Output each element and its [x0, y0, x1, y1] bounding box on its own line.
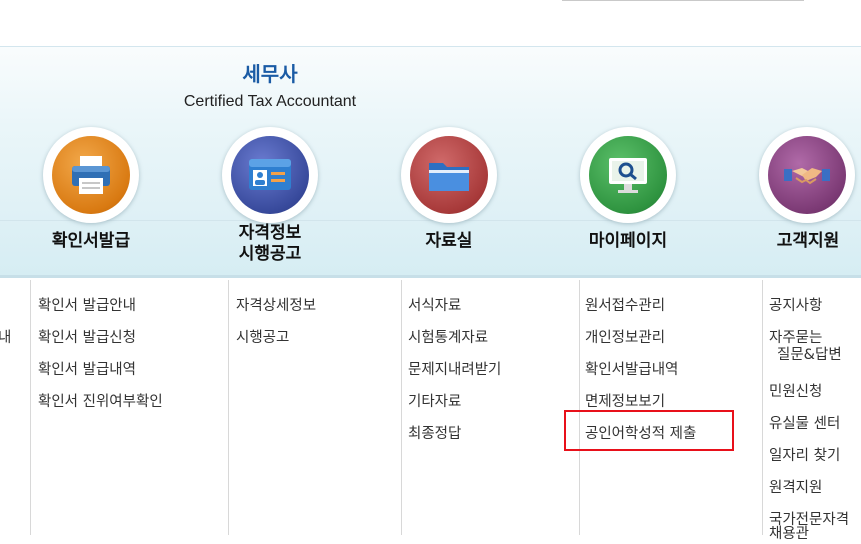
- menu-certificate-button[interactable]: [43, 127, 139, 223]
- submenu-link[interactable]: 서식자료: [408, 290, 501, 322]
- submenu-link[interactable]: 자주묻는: [769, 322, 849, 346]
- menu-qualification-label-line1: 자격정보: [238, 223, 302, 243]
- submenu-link[interactable]: 국가전문자격: [769, 504, 849, 528]
- submenu-link[interactable]: 확인서 진위여부확인: [38, 386, 163, 418]
- page-title: 세무사: [242, 62, 298, 86]
- submenu-qualification: 자격상세정보 시행공고: [236, 290, 316, 354]
- submenu-link[interactable]: 원격지원: [769, 472, 849, 504]
- menu-certificate-label[interactable]: 확인서발급: [22, 231, 160, 252]
- submenu-link[interactable]: 일자리 찾기: [769, 440, 849, 472]
- column-divider: [30, 280, 31, 535]
- menu-qualification-label[interactable]: 자격정보 시행공고: [200, 223, 340, 265]
- monitor-search-icon: [609, 158, 647, 193]
- submenu-archive: 서식자료 시험통계자료 문제지내려받기 기타자료 최종정답: [408, 290, 501, 450]
- column-divider: [762, 280, 763, 535]
- menu-archive-label[interactable]: 자료실: [380, 231, 518, 252]
- folder-icon: [429, 163, 469, 191]
- submenu-link[interactable]: 유실물 센터: [769, 408, 849, 440]
- submenu-support: 공지사항 자주묻는 질문&답변 민원신청 유실물 센터 일자리 찾기 원격지원 …: [769, 290, 849, 544]
- submenu-link[interactable]: 시행공고: [236, 322, 316, 354]
- submenu-link-fragment[interactable]: 내: [0, 322, 11, 354]
- top-search-field[interactable]: [562, 0, 804, 1]
- id-card-icon: [249, 159, 291, 190]
- page-subtitle: Certified Tax Accountant: [183, 93, 357, 110]
- menu-mypage-button[interactable]: [580, 127, 676, 223]
- submenu-link[interactable]: 질문&답변: [769, 344, 849, 376]
- submenu-link[interactable]: 확인서 발급신청: [38, 322, 163, 354]
- submenu-certificate: 확인서 발급안내 확인서 발급신청 확인서 발급내역 확인서 진위여부확인: [38, 290, 163, 418]
- menu-archive-button[interactable]: [401, 127, 497, 223]
- submenu-link[interactable]: 개인정보관리: [585, 322, 696, 354]
- highlight-box: [564, 410, 734, 451]
- submenu-link[interactable]: 시험통계자료: [408, 322, 501, 354]
- column-divider: [401, 280, 402, 535]
- column-divider: [228, 280, 229, 535]
- submenu-link[interactable]: 민원신청: [769, 376, 849, 408]
- submenu-link[interactable]: 원서접수관리: [585, 290, 696, 322]
- submenu-link[interactable]: 공지사항: [769, 290, 849, 322]
- banner-divider-line: [0, 220, 861, 221]
- column-divider: [579, 280, 580, 535]
- submenu-link[interactable]: 자격상세정보: [236, 290, 316, 322]
- submenu-link[interactable]: 확인서발급내역: [585, 354, 696, 386]
- menu-support-label[interactable]: 고객지원: [738, 231, 861, 252]
- handshake-icon: [784, 168, 830, 185]
- menu-mypage-label[interactable]: 마이페이지: [558, 231, 698, 252]
- menu-qualification-button[interactable]: [222, 127, 318, 223]
- submenu-link[interactable]: 최종정답: [408, 418, 501, 450]
- menu-qualification-label-line2: 시행공고: [238, 244, 302, 264]
- printer-icon: [72, 156, 110, 194]
- submenu-link[interactable]: 기타자료: [408, 386, 501, 418]
- submenu-link[interactable]: 확인서 발급내역: [38, 354, 163, 386]
- submenu-link[interactable]: 문제지내려받기: [408, 354, 501, 386]
- menu-support-button[interactable]: [759, 127, 855, 223]
- submenu-link[interactable]: 확인서 발급안내: [38, 290, 163, 322]
